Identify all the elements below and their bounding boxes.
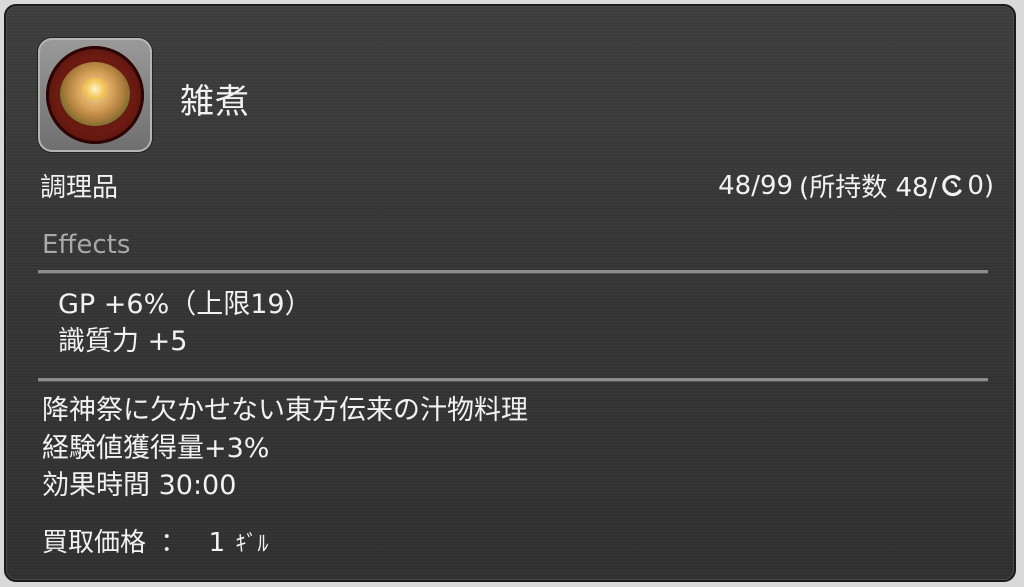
item-tooltip: 雑煮 調理品 48/99 (所持数 48/ 0) Effects GP +6%（… [4, 4, 1016, 582]
sell-price: 買取価格 ： 1 ｷﾞﾙ [42, 522, 268, 559]
description-divider [38, 378, 988, 382]
description-line: 降神祭に欠かせない東方伝来の汁物料理 [42, 395, 528, 426]
topping-shape [82, 78, 108, 100]
zoni-bowl-icon [38, 38, 152, 152]
stack-count: 48/99 [718, 170, 794, 201]
stack-info: 48/99 (所持数 48/ 0) [718, 167, 994, 204]
hq-count: 0) [967, 170, 994, 201]
gil-icon: ｷﾞﾙ [235, 532, 269, 557]
sell-price-label: 買取価格 [42, 528, 147, 558]
effects-divider [38, 270, 988, 274]
effect-line: 識質力 +5 [58, 326, 188, 357]
description-line: 効果時間 30:00 [42, 470, 237, 501]
effect-line: GP +6%（上限19） [58, 289, 312, 320]
owned-count: (所持数 48/ [799, 173, 938, 203]
sell-price-separator: ： [160, 528, 187, 558]
item-category: 調理品 [40, 173, 119, 203]
effects-label: Effects [42, 230, 131, 260]
description-line: 経験値獲得量+3% [42, 433, 270, 464]
item-name: 雑煮 [180, 82, 250, 122]
hq-icon [939, 173, 965, 199]
sell-price-value: 1 [208, 528, 226, 558]
